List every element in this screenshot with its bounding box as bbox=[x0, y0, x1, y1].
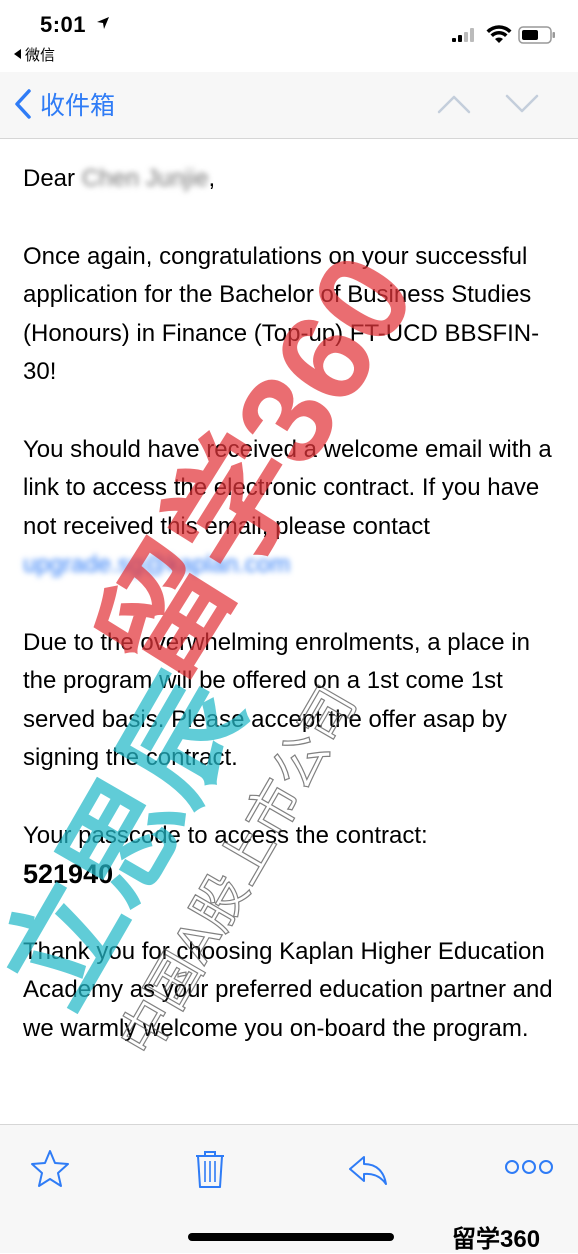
home-indicator[interactable] bbox=[188, 1233, 394, 1241]
reply-icon[interactable] bbox=[346, 1147, 390, 1191]
back-app-label: 微信 bbox=[25, 47, 56, 64]
battery-icon bbox=[518, 26, 555, 44]
location-arrow-icon bbox=[97, 17, 109, 29]
trash-icon[interactable] bbox=[188, 1147, 232, 1191]
passcode-value[interactable]: 521940 bbox=[23, 855, 553, 894]
previous-message-button[interactable] bbox=[436, 88, 472, 118]
corner-watermark-logo: 留学360 bbox=[452, 1226, 541, 1253]
back-triangle-icon bbox=[14, 49, 21, 59]
paragraph-thank-you: Thank you for choosing Kaplan Higher Edu… bbox=[23, 937, 553, 1042]
paragraph-passcode: Your passcode to access the contract: 521… bbox=[23, 817, 553, 894]
email-body: Dear Chen Junjie, Once again, congratula… bbox=[23, 160, 553, 1087]
wifi-icon bbox=[486, 25, 512, 43]
paragraph-congratulations: Once again, congratulations on your succ… bbox=[23, 242, 540, 386]
recipient-name: Chen Junjie bbox=[81, 165, 209, 192]
bottom-toolbar: 留学360 bbox=[0, 1124, 578, 1253]
chevron-left-icon bbox=[15, 89, 31, 119]
paragraph-welcome-text: You should have received a welcome email… bbox=[23, 435, 552, 540]
back-to-app-button[interactable]: 微信 bbox=[14, 44, 55, 65]
inbox-back-label: 收件箱 bbox=[40, 92, 116, 120]
star-icon[interactable] bbox=[28, 1147, 72, 1191]
status-bar: 5:01 微信 bbox=[0, 0, 578, 72]
paragraph-first-come: Due to the overwhelming enrolments, a pl… bbox=[23, 628, 530, 772]
greeting-prefix: Dear bbox=[23, 165, 82, 192]
more-options-icon[interactable] bbox=[504, 1147, 554, 1191]
inbox-back-button[interactable]: 收件箱 bbox=[12, 84, 115, 124]
mail-nav-bar: 收件箱 bbox=[0, 72, 578, 139]
status-time: 5:01 bbox=[40, 12, 87, 37]
paragraph-welcome-email: You should have received a welcome email… bbox=[23, 431, 553, 585]
next-message-button[interactable] bbox=[504, 88, 540, 118]
contact-email-link[interactable]: upgrade.sg@kaplan.com bbox=[23, 551, 290, 578]
cellular-signal-icon bbox=[452, 28, 474, 42]
greeting: Dear Chen Junjie, bbox=[23, 160, 553, 199]
greeting-suffix: , bbox=[208, 165, 216, 192]
passcode-label: Your passcode to access the contract: bbox=[23, 821, 428, 849]
